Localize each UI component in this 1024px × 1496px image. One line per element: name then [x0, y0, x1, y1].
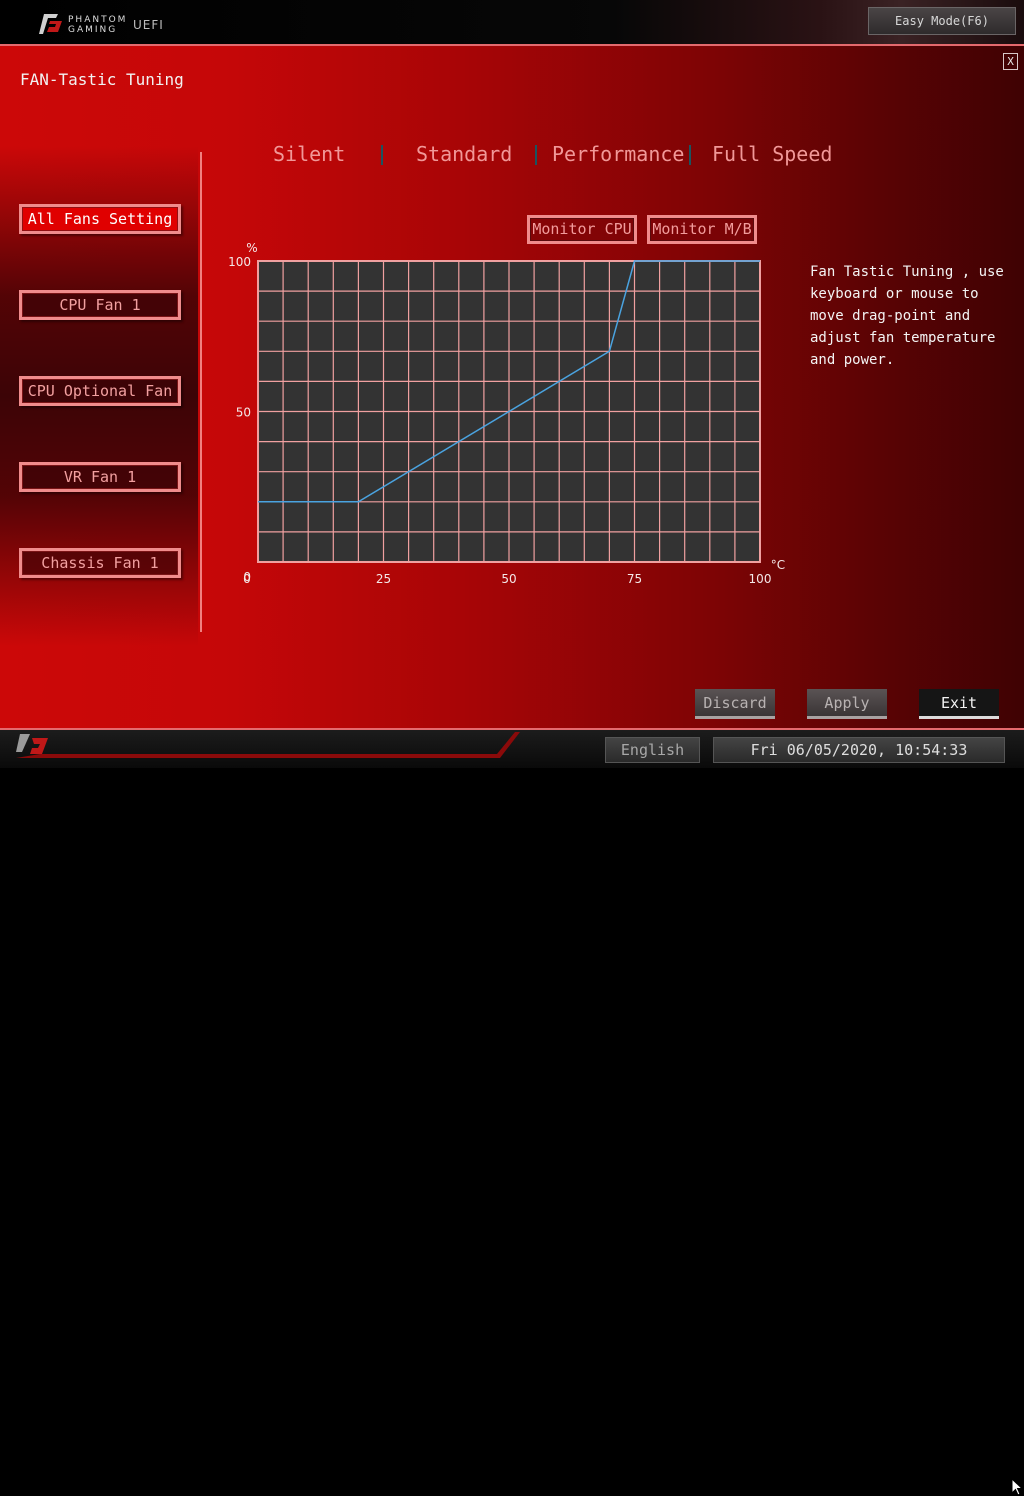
fan-item-vr-fan-1[interactable]: VR Fan 1 [19, 462, 181, 492]
top-bar: PHANTOM GAMING UEFI Easy Mode(F6) [0, 0, 1024, 44]
mouse-cursor-icon [1011, 1478, 1023, 1496]
main-panel: FAN-Tastic Tuning X All Fans Setting CPU… [0, 44, 1024, 728]
help-text: Fan Tastic Tuning , use keyboard or mous… [810, 264, 1004, 368]
datetime-display: Fri 06/05/2020, 10:54:33 [713, 737, 1005, 763]
exit-button[interactable]: Exit [919, 689, 999, 719]
fan-item-all-fans-setting[interactable]: All Fans Setting [19, 204, 181, 234]
preset-separator [535, 145, 537, 165]
footer-logo-swoosh [16, 732, 520, 758]
discard-button[interactable]: Discard [695, 689, 775, 719]
easy-mode-button[interactable]: Easy Mode(F6) [868, 7, 1016, 35]
vertical-divider [200, 152, 202, 632]
preset-full-speed[interactable]: Full Speed [712, 142, 832, 166]
page-title: FAN-Tastic Tuning [20, 70, 184, 89]
footer-bar: English Fri 06/05/2020, 10:54:33 [0, 728, 1024, 1496]
preset-silent[interactable]: Silent [273, 142, 345, 166]
brand-line-2: GAMING [68, 25, 118, 35]
fan-item-cpu-fan-1[interactable]: CPU Fan 1 [19, 290, 181, 320]
phantom-gaming-logo-icon [39, 14, 62, 34]
brand-text: PHANTOM GAMING [68, 15, 127, 35]
fan-item-cpu-optional-fan[interactable]: CPU Optional Fan [19, 376, 181, 406]
fan-item-chassis-fan-1[interactable]: Chassis Fan 1 [19, 548, 181, 578]
brand-line-1: PHANTOM [68, 15, 128, 25]
close-button[interactable]: X [1003, 53, 1018, 70]
language-button[interactable]: English [605, 737, 700, 763]
product-label: UEFI [133, 18, 164, 32]
monitor-mb-button[interactable]: Monitor M/B [647, 215, 757, 244]
apply-button[interactable]: Apply [807, 689, 887, 719]
preset-performance[interactable]: Performance [552, 142, 684, 166]
preset-standard[interactable]: Standard [416, 142, 512, 166]
monitor-cpu-button[interactable]: Monitor CPU [527, 215, 637, 244]
preset-separator [689, 145, 691, 165]
preset-separator [381, 145, 383, 165]
